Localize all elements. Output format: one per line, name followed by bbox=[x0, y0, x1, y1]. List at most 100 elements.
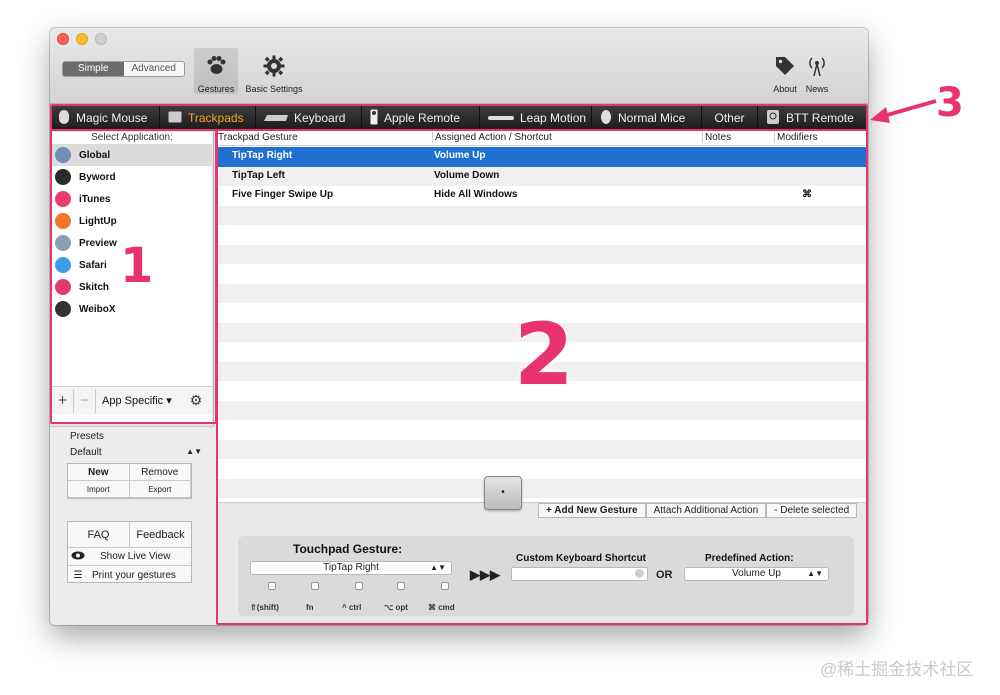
gesture-cell: TipTap Left bbox=[232, 169, 285, 181]
annotation-number-2: 2 bbox=[514, 305, 574, 405]
app-icon bbox=[55, 279, 71, 295]
remove-application-button[interactable]: − bbox=[74, 388, 96, 413]
faq-button[interactable]: FAQ bbox=[68, 522, 130, 547]
fn-label: fn bbox=[306, 603, 314, 612]
modifiers-cell: ⌘ bbox=[802, 189, 812, 200]
table-row[interactable] bbox=[216, 244, 868, 264]
table-row[interactable] bbox=[216, 283, 868, 303]
add-new-gesture-button[interactable]: + Add New Gesture bbox=[538, 503, 646, 518]
or-label: OR bbox=[656, 569, 673, 581]
close-window-button[interactable] bbox=[57, 33, 69, 45]
leap-motion-icon bbox=[488, 111, 514, 125]
tab-btt-remote[interactable]: BTT Remote bbox=[758, 106, 868, 130]
minimize-window-button[interactable] bbox=[76, 33, 88, 45]
app-specific-label: App Specific bbox=[102, 395, 164, 407]
shift-checkbox[interactable] bbox=[268, 582, 276, 590]
tab-magic-mouse[interactable]: Magic Mouse bbox=[50, 106, 160, 130]
app-specific-dropdown[interactable]: App Specific ▾ bbox=[102, 394, 172, 407]
presets-selected-value: Default bbox=[70, 447, 102, 458]
action-cell: Volume Down bbox=[434, 169, 500, 181]
custom-shortcut-title: Custom Keyboard Shortcut bbox=[516, 553, 647, 564]
delete-selected-button[interactable]: - Delete selected bbox=[766, 503, 858, 518]
app-icon bbox=[55, 257, 71, 273]
presets-select[interactable]: Default ▲▼ bbox=[70, 447, 202, 458]
app-icon bbox=[55, 213, 71, 229]
settings-gear-button[interactable]: ⚙ bbox=[190, 392, 203, 409]
app-icon bbox=[55, 301, 71, 317]
custom-shortcut-field[interactable] bbox=[511, 567, 648, 581]
sidebar: Select Application: Global Byword iTunes Li… bbox=[50, 130, 214, 625]
table-row[interactable] bbox=[216, 439, 868, 459]
zoom-window-button[interactable] bbox=[95, 33, 107, 45]
application-item[interactable]: LightUp bbox=[52, 210, 212, 232]
tab-label: Leap Motion bbox=[520, 111, 587, 125]
clear-icon[interactable] bbox=[635, 569, 644, 578]
cmd-label: ⌘ cmd bbox=[428, 603, 455, 612]
table-row[interactable]: Five Finger Swipe Up Hide All Windows ⌘ bbox=[216, 186, 868, 206]
application-list-controls: + − App Specific ▾ ⚙ bbox=[52, 386, 212, 414]
col-header-action[interactable]: Assigned Action / Shortcut bbox=[432, 132, 552, 143]
add-application-button[interactable]: + bbox=[52, 388, 74, 413]
mode-advanced-button[interactable]: Advanced bbox=[124, 62, 185, 76]
feedback-button[interactable]: Feedback bbox=[130, 522, 191, 547]
tab-trackpads[interactable]: Trackpads bbox=[160, 106, 256, 130]
remove-preset-button[interactable]: Remove bbox=[129, 464, 191, 481]
opt-checkbox[interactable] bbox=[397, 582, 405, 590]
cmd-checkbox[interactable] bbox=[441, 582, 449, 590]
table-row[interactable] bbox=[216, 459, 868, 479]
tab-normal-mice[interactable]: Normal Mice bbox=[592, 106, 702, 130]
gesture-editor-area: • + Add New Gesture Attach Additional Ac… bbox=[216, 476, 868, 625]
application-label: Skitch bbox=[79, 281, 110, 293]
application-label: Global bbox=[79, 149, 111, 161]
gestures-toolbar-button[interactable]: Gestures bbox=[194, 48, 238, 94]
tab-apple-remote[interactable]: Apple Remote bbox=[362, 106, 480, 130]
fn-checkbox[interactable] bbox=[311, 582, 319, 590]
attach-additional-action-button[interactable]: Attach Additional Action bbox=[645, 503, 767, 518]
application-label: Byword bbox=[79, 171, 116, 183]
predefined-action-select[interactable]: Volume Up ▲▼ bbox=[684, 567, 829, 581]
action-cell: Hide All Windows bbox=[434, 189, 518, 200]
trackpad-icon bbox=[168, 111, 182, 126]
col-header-gesture[interactable]: Trackpad Gesture bbox=[218, 132, 298, 143]
antenna-icon bbox=[802, 48, 832, 84]
eye-icon bbox=[68, 551, 88, 563]
chevron-down-icon: ▾ bbox=[166, 395, 172, 407]
table-row[interactable] bbox=[216, 205, 868, 225]
table-row[interactable] bbox=[216, 264, 868, 284]
paw-icon bbox=[194, 48, 238, 84]
application-item[interactable]: WeiboX bbox=[52, 298, 212, 320]
news-toolbar-button[interactable]: News bbox=[802, 48, 832, 94]
application-label: Preview bbox=[79, 237, 117, 249]
basic-settings-toolbar-button[interactable]: Basic Settings bbox=[242, 48, 306, 94]
annotation-number-3: 3 bbox=[936, 80, 964, 126]
export-preset-button[interactable]: Export bbox=[129, 481, 191, 498]
show-live-view-button[interactable]: Show Live View bbox=[68, 548, 191, 566]
application-label: LightUp bbox=[79, 215, 117, 227]
print-gestures-button[interactable]: ☰ Print your gestures bbox=[68, 566, 191, 584]
application-item[interactable]: Global bbox=[52, 144, 212, 166]
table-row[interactable] bbox=[216, 225, 868, 245]
tab-other[interactable]: Other bbox=[702, 106, 758, 130]
table-row[interactable] bbox=[216, 478, 868, 498]
col-header-modifiers[interactable]: Modifiers bbox=[774, 132, 818, 143]
gesture-editor: Touchpad Gesture: TipTap Right ▲▼ ⇧(shift… bbox=[238, 536, 854, 616]
application-label: Safari bbox=[79, 259, 107, 271]
table-row[interactable] bbox=[216, 420, 868, 440]
gesture-cell: Five Finger Swipe Up bbox=[232, 189, 334, 200]
table-row[interactable]: TipTap Right Volume Up bbox=[216, 147, 868, 167]
tab-leap-motion[interactable]: Leap Motion bbox=[480, 106, 592, 130]
mode-simple-button[interactable]: Simple bbox=[63, 62, 124, 76]
about-toolbar-button[interactable]: About bbox=[768, 48, 802, 94]
table-row[interactable]: TipTap Left Volume Down bbox=[216, 166, 868, 186]
ctrl-checkbox[interactable] bbox=[355, 582, 363, 590]
application-item[interactable]: Byword bbox=[52, 166, 212, 188]
new-preset-button[interactable]: New bbox=[68, 464, 130, 481]
touchpad-gesture-select[interactable]: TipTap Right ▲▼ bbox=[250, 561, 452, 575]
col-header-notes[interactable]: Notes bbox=[702, 132, 731, 143]
import-preset-button[interactable]: Import bbox=[68, 481, 130, 498]
tab-keyboard[interactable]: Keyboard bbox=[256, 106, 362, 130]
help-buttons: FAQ Feedback Show Live View ☰ Print your… bbox=[67, 521, 192, 583]
trackpad-preview-button[interactable]: • bbox=[484, 476, 522, 510]
modifier-checkboxes bbox=[263, 582, 453, 592]
application-item[interactable]: iTunes bbox=[52, 188, 212, 210]
